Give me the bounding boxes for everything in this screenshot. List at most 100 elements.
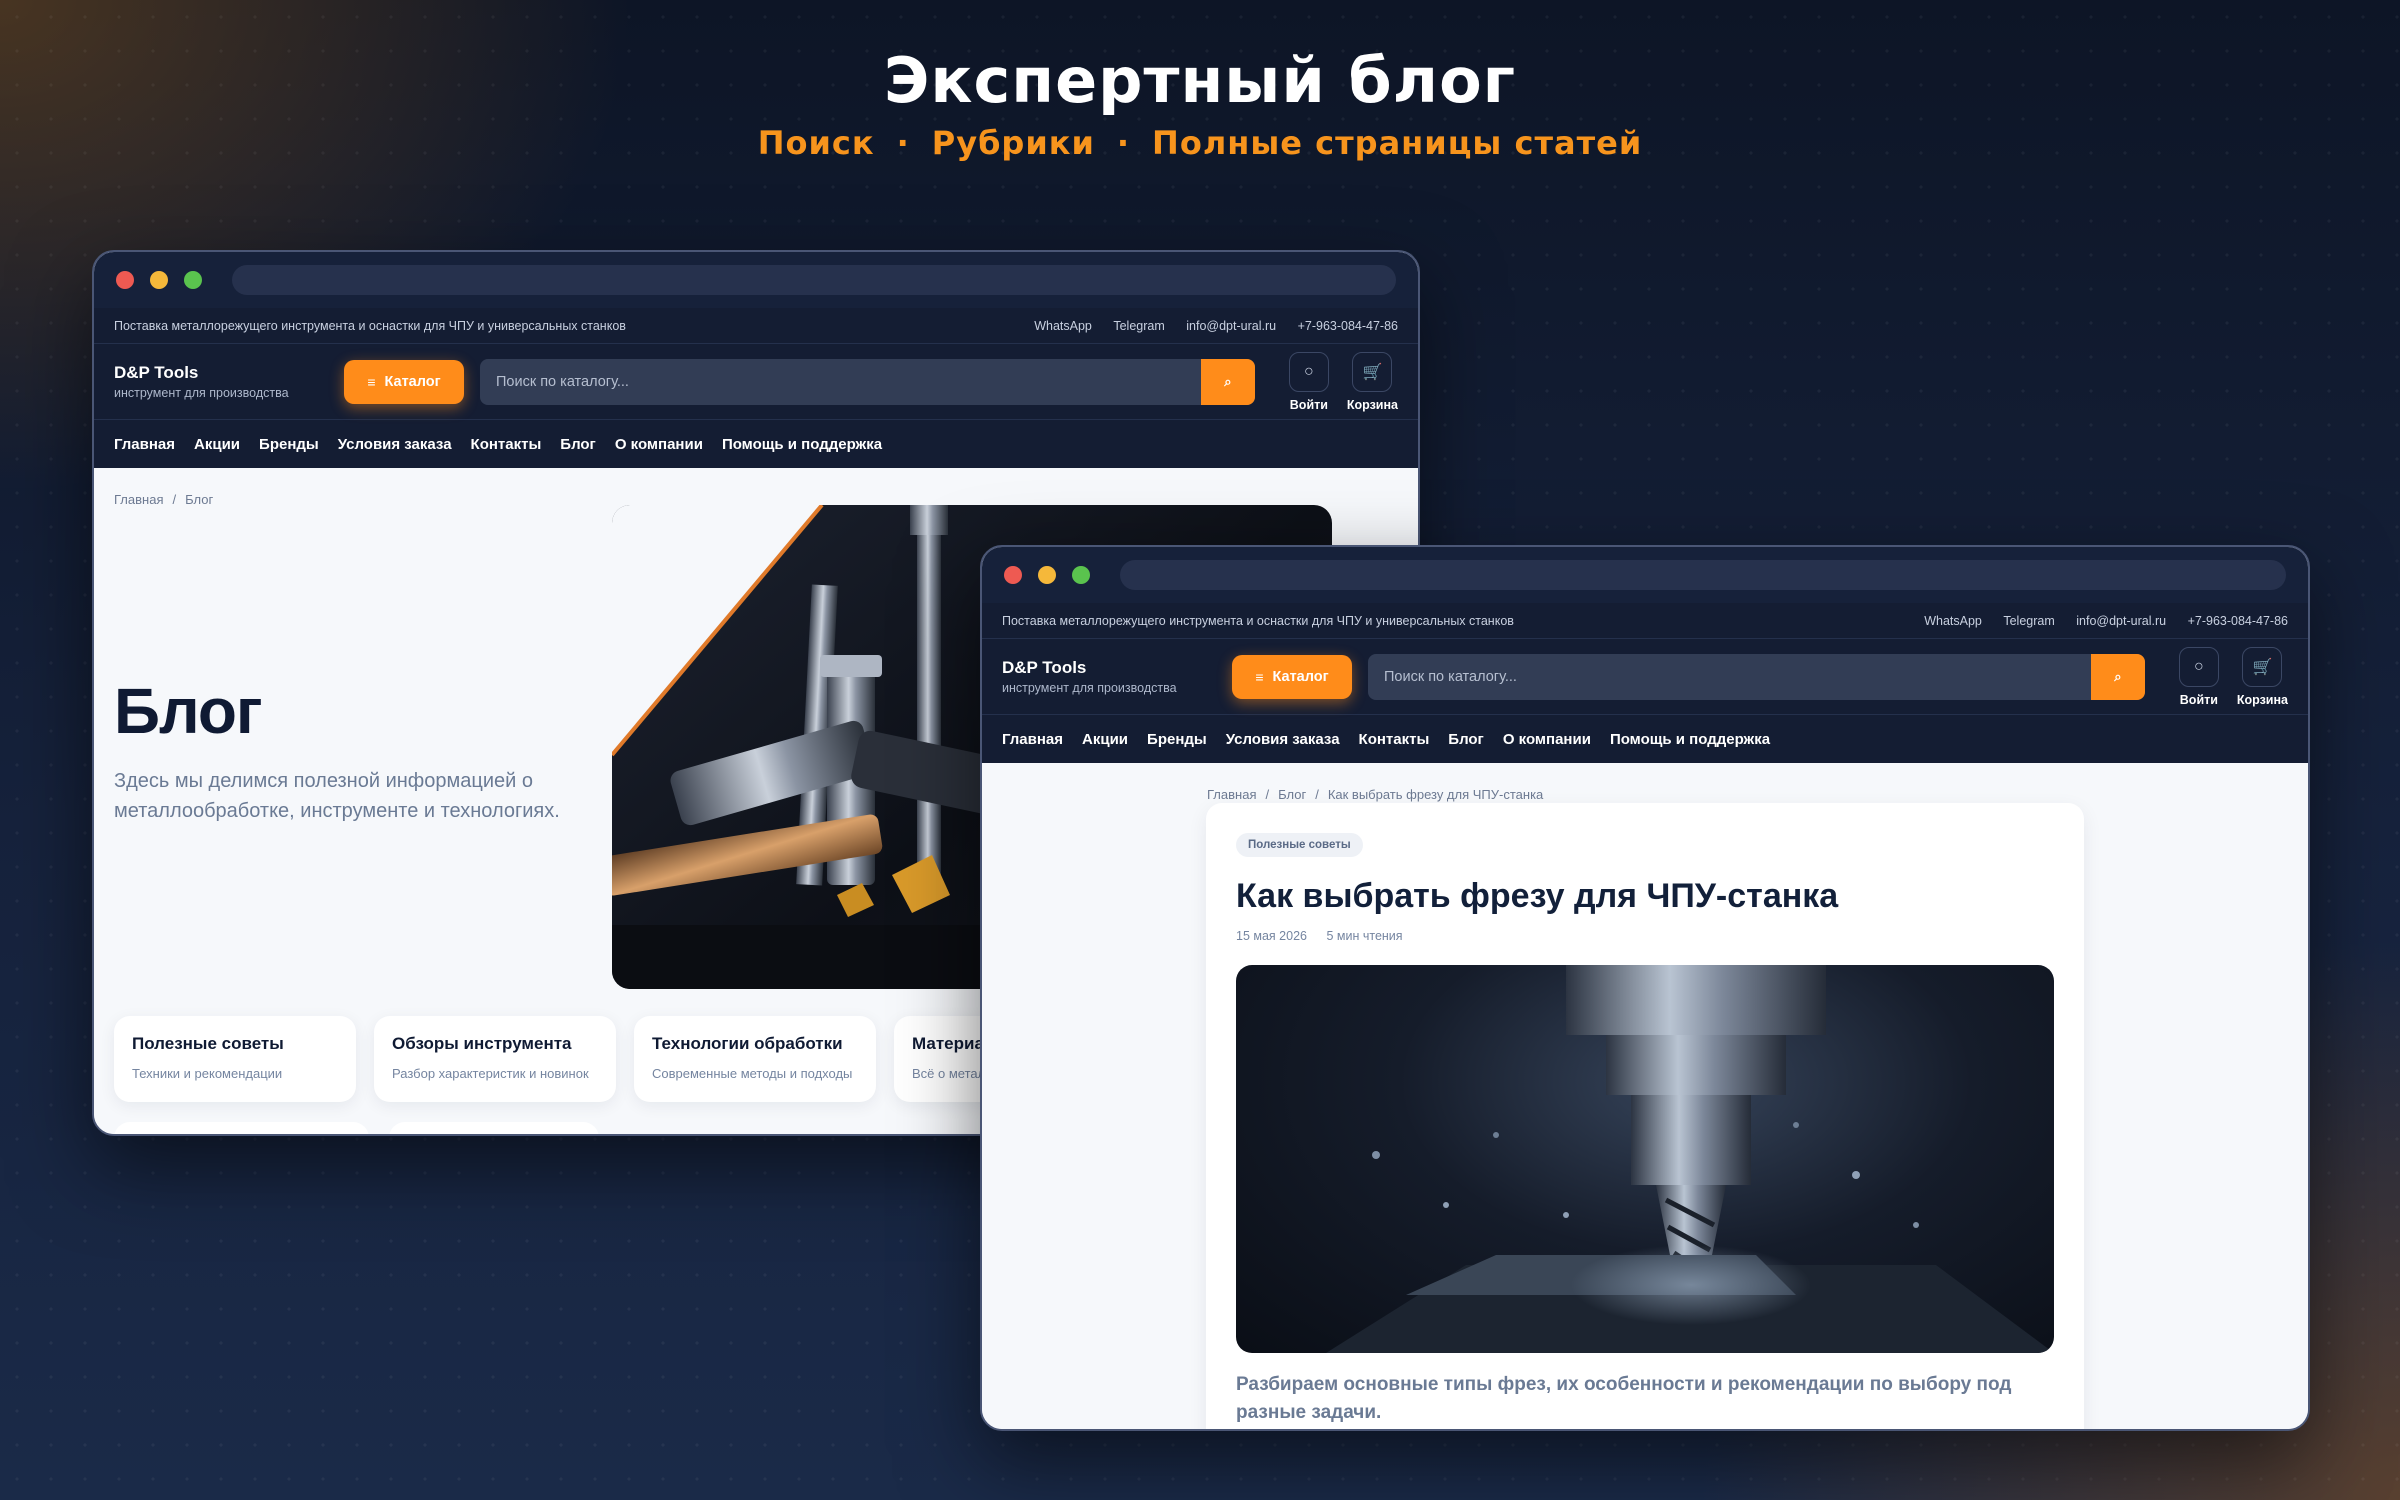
- catalog-label: Каталог: [1272, 668, 1329, 685]
- nav-item-contacts[interactable]: Контакты: [471, 436, 542, 453]
- nav-item-about[interactable]: О компании: [1503, 731, 1591, 748]
- topbar-contacts: WhatsApp Telegram info@dpt-ural.ru +7-96…: [1906, 614, 2288, 628]
- cart-button[interactable]: 🛒 Корзина: [1346, 351, 1398, 412]
- article-meta: 15 мая 2026 5 мин чтения: [1236, 929, 1419, 943]
- search-button[interactable]: ⌕: [2090, 653, 2145, 700]
- login-button[interactable]: ○ Войти: [2178, 646, 2219, 707]
- user-icon: ○: [1288, 351, 1329, 392]
- email-link[interactable]: info@dpt-ural.ru: [2076, 614, 2166, 628]
- article-title: Как выбрать фрезу для ЧПУ-станка: [1236, 877, 1839, 915]
- catalog-button[interactable]: ≡ Каталог: [1232, 654, 1352, 699]
- header-actions: ○ Войти 🛒 Корзина: [2161, 646, 2288, 707]
- catalog-label: Каталог: [384, 373, 441, 390]
- search-bar: ⌕: [480, 358, 1255, 405]
- phone-link[interactable]: +7-963-084-47-86: [2188, 614, 2288, 628]
- search-icon: ⌕: [2114, 668, 2122, 684]
- nav-item-help[interactable]: Помощь и поддержка: [1610, 731, 1770, 748]
- separator: ·: [1116, 124, 1131, 162]
- nav-item-blog[interactable]: Блог: [560, 436, 596, 453]
- phone-link[interactable]: +7-963-084-47-86: [1298, 319, 1398, 333]
- page-title: Блог: [114, 675, 263, 747]
- close-window-button[interactable]: [116, 271, 134, 289]
- brand-name: D&P Tools: [114, 363, 199, 382]
- nav-item-about[interactable]: О компании: [615, 436, 703, 453]
- rubric-card-technologies[interactable]: Технологии обработки Современные методы …: [634, 1016, 876, 1102]
- breadcrumb-article: Как выбрать фрезу для ЧПУ-станка: [1327, 787, 1544, 802]
- search-button[interactable]: ⌕: [1200, 358, 1255, 405]
- breadcrumb: Главная / Блог / Как выбрать фрезу для ЧПУ-с…: [1207, 787, 1544, 802]
- whatsapp-link[interactable]: WhatsApp: [1034, 319, 1092, 333]
- whatsapp-link[interactable]: WhatsApp: [1924, 614, 1982, 628]
- topbar-text: Поставка металлорежущего инструмента и о…: [1002, 613, 1514, 628]
- article-page: Главная / Блог / Как выбрать фрезу для ЧПУ-с…: [982, 763, 2308, 1429]
- nav-item-help[interactable]: Помощь и поддержка: [722, 436, 882, 453]
- address-bar[interactable]: [232, 265, 1396, 295]
- breadcrumb-home[interactable]: Главная: [1207, 787, 1256, 802]
- article-card[interactable]: [114, 1122, 369, 1134]
- main-nav: Главная Акции Бренды Условия заказа Конт…: [94, 420, 1418, 468]
- login-label: Войти: [1289, 397, 1328, 412]
- brand-tagline: инструмент для производства: [114, 386, 289, 400]
- nav-item-brands[interactable]: Бренды: [259, 436, 319, 453]
- cart-button[interactable]: 🛒 Корзина: [2236, 646, 2288, 707]
- article-date: 15 мая 2026: [1236, 929, 1307, 943]
- email-link[interactable]: info@dpt-ural.ru: [1186, 319, 1276, 333]
- telegram-link[interactable]: Telegram: [1113, 319, 1164, 333]
- topbar-contacts: WhatsApp Telegram info@dpt-ural.ru +7-96…: [1016, 319, 1398, 333]
- breadcrumb-blog[interactable]: Блог: [1278, 787, 1306, 802]
- close-window-button[interactable]: [1004, 566, 1022, 584]
- brand-name: D&P Tools: [1002, 658, 1087, 677]
- minimize-window-button[interactable]: [150, 271, 168, 289]
- rubric-card-tips[interactable]: Полезные советы Техники и рекомендации: [114, 1016, 356, 1102]
- main-nav: Главная Акции Бренды Условия заказа Конт…: [982, 715, 2308, 763]
- breadcrumb-blog: Блог: [185, 492, 214, 507]
- rubric-card-reviews[interactable]: Обзоры инструмента Разбор характеристик …: [374, 1016, 616, 1102]
- page-description: Здесь мы делимся полезной информацией о …: [114, 770, 560, 822]
- maximize-window-button[interactable]: [184, 271, 202, 289]
- address-bar[interactable]: [1120, 560, 2286, 590]
- article-read-time: 5 мин чтения: [1326, 929, 1403, 943]
- cart-icon: 🛒: [2242, 646, 2283, 687]
- cart-label: Корзина: [1346, 397, 1398, 412]
- breadcrumb-home[interactable]: Главная: [114, 492, 163, 507]
- minimize-window-button[interactable]: [1038, 566, 1056, 584]
- rubric-title: Полезные советы: [132, 1034, 284, 1053]
- nav-item-home[interactable]: Главная: [114, 436, 175, 453]
- user-icon: ○: [2178, 646, 2219, 687]
- article-card: Полезные советы Как выбрать фрезу для ЧП…: [1206, 803, 2084, 1429]
- breadcrumb: Главная / Блог: [114, 492, 214, 507]
- login-button[interactable]: ○ Войти: [1288, 351, 1329, 412]
- rubric-description: Разбор характеристик и новинок: [392, 1066, 589, 1081]
- article-image-cnc-milling: [1236, 965, 2054, 1353]
- nav-item-order-terms[interactable]: Условия заказа: [338, 436, 452, 453]
- cart-label: Корзина: [2236, 692, 2288, 707]
- browser-window-article: Поставка металлорежущего инструмента и о…: [980, 545, 2310, 1431]
- search-input[interactable]: [1368, 653, 2091, 700]
- topbar-text: Поставка металлорежущего инструмента и о…: [114, 318, 626, 333]
- search-icon: ⌕: [1224, 373, 1232, 389]
- topbar: Поставка металлорежущего инструмента и о…: [94, 308, 1418, 344]
- rubric-title: Технологии обработки: [652, 1034, 843, 1053]
- rubric-description: Техники и рекомендации: [132, 1066, 283, 1081]
- brand-tagline: инструмент для производства: [1002, 681, 1177, 695]
- search-input[interactable]: [480, 358, 1201, 405]
- site-header: D&P Tools инструмент для производства ≡ …: [982, 639, 2308, 715]
- rubric-description: Современные методы и подходы: [652, 1066, 853, 1081]
- nav-item-blog[interactable]: Блог: [1448, 731, 1484, 748]
- telegram-link[interactable]: Telegram: [2003, 614, 2054, 628]
- nav-item-promos[interactable]: Акции: [1082, 731, 1128, 748]
- article-card[interactable]: [389, 1122, 599, 1134]
- nav-item-brands[interactable]: Бренды: [1147, 731, 1207, 748]
- menu-icon: ≡: [367, 373, 376, 390]
- catalog-button[interactable]: ≡ Каталог: [344, 359, 464, 404]
- brand-logo[interactable]: D&P Tools инструмент для производства: [114, 363, 344, 400]
- cart-icon: 🛒: [1352, 351, 1393, 392]
- nav-item-home[interactable]: Главная: [1002, 731, 1063, 748]
- nav-item-contacts[interactable]: Контакты: [1359, 731, 1430, 748]
- brand-logo[interactable]: D&P Tools инструмент для производства: [1002, 658, 1232, 695]
- nav-item-order-terms[interactable]: Условия заказа: [1226, 731, 1340, 748]
- rubric-title: Обзоры инструмента: [392, 1034, 572, 1053]
- category-tag[interactable]: Полезные советы: [1236, 833, 1363, 857]
- nav-item-promos[interactable]: Акции: [194, 436, 240, 453]
- maximize-window-button[interactable]: [1072, 566, 1090, 584]
